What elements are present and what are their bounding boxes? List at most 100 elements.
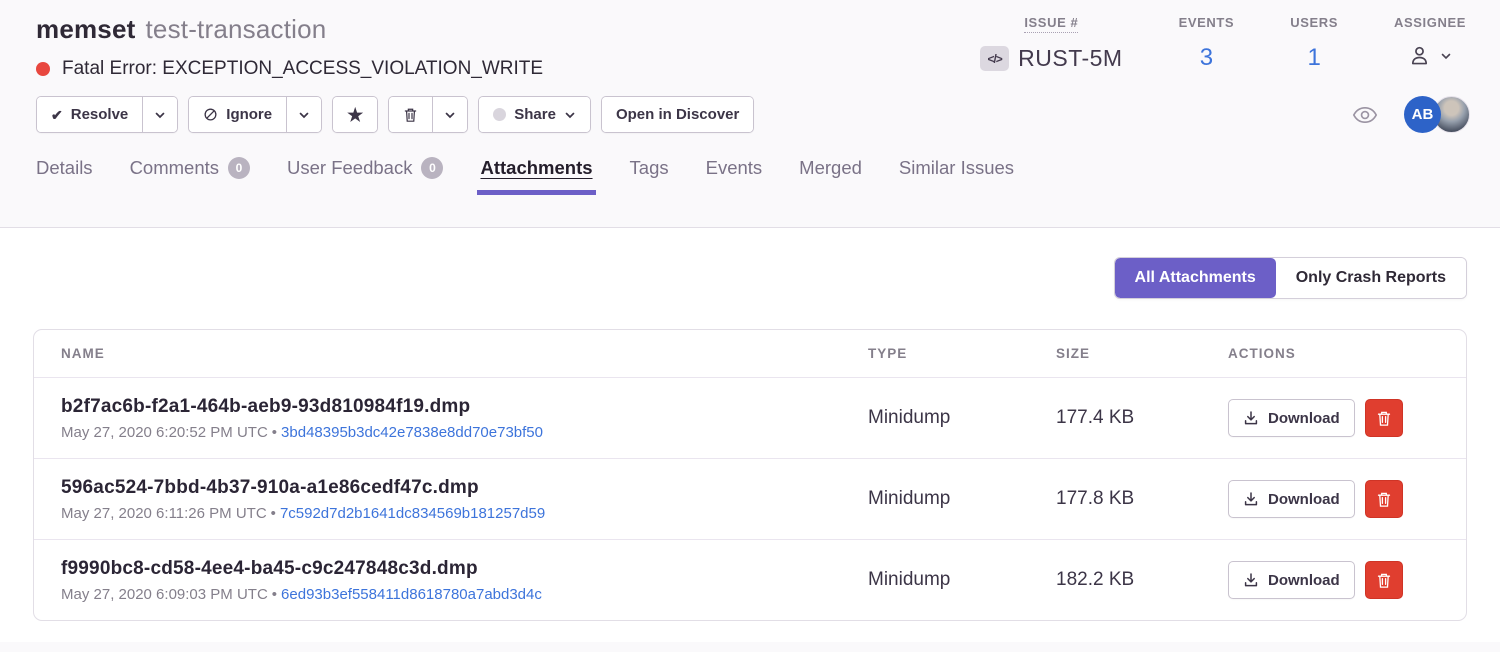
tab-label: Details <box>36 157 93 179</box>
attachment-filename: 596ac524-7bbd-4b37-910a-a1e86cedf47c.dmp <box>61 477 841 499</box>
event-id-link[interactable]: 7c592d7d2b1641dc834569b181257d59 <box>280 505 545 522</box>
bullet-separator: • <box>271 505 276 522</box>
check-icon: ✔ <box>51 108 63 122</box>
open-in-discover-label: Open in Discover <box>616 106 739 123</box>
person-icon <box>1408 44 1431 67</box>
discover-button-group: Open in Discover <box>601 96 754 133</box>
code-icon: </> <box>980 46 1009 71</box>
error-summary: Fatal Error: EXCEPTION_ACCESS_VIOLATION_… <box>36 58 543 80</box>
trash-icon <box>1376 572 1392 589</box>
trash-icon <box>1376 491 1392 508</box>
tab-attachments[interactable]: Attachments <box>480 147 592 194</box>
delete-attachment-button[interactable] <box>1365 561 1403 599</box>
delete-attachment-button[interactable] <box>1365 399 1403 437</box>
ignore-button[interactable]: Ignore <box>189 97 286 132</box>
download-button[interactable]: Download <box>1228 561 1355 599</box>
transaction-name: test-transaction <box>145 14 326 44</box>
error-message: Fatal Error: EXCEPTION_ACCESS_VIOLATION_… <box>62 58 543 80</box>
table-row: 596ac524-7bbd-4b37-910a-a1e86cedf47c.dmp… <box>34 458 1466 539</box>
download-button-label: Download <box>1268 410 1340 427</box>
avatar[interactable]: AB <box>1404 96 1441 133</box>
open-in-discover-button[interactable]: Open in Discover <box>602 97 753 132</box>
tab-merged[interactable]: Merged <box>799 147 862 194</box>
tab-comments[interactable]: Comments0 <box>130 147 250 194</box>
resolve-dropdown-button[interactable] <box>142 97 177 132</box>
tab-label: Merged <box>799 157 862 179</box>
chevron-down-icon <box>444 109 456 121</box>
delete-button-group <box>388 96 468 133</box>
filter-all-attachments-button[interactable]: All Attachments <box>1115 258 1276 298</box>
attachments-filter-row: All Attachments Only Crash Reports <box>33 257 1467 299</box>
eye-icon <box>1352 106 1378 124</box>
ignore-dropdown-button[interactable] <box>286 97 321 132</box>
ignore-button-group: Ignore <box>188 96 322 133</box>
bullet-separator: • <box>272 586 277 603</box>
download-button[interactable]: Download <box>1228 480 1355 518</box>
column-header-actions: Actions <box>1201 346 1466 361</box>
attachments-filter-toggle: All Attachments Only Crash Reports <box>1114 257 1467 299</box>
chevron-down-icon <box>298 109 310 121</box>
download-button-label: Download <box>1268 572 1340 589</box>
attachment-filename: b2f7ac6b-f2a1-464b-aeb9-93d810984f19.dmp <box>61 396 841 418</box>
download-icon <box>1243 491 1259 507</box>
stat-events: Events 3 <box>1151 14 1263 80</box>
bookmark-star-button[interactable]: ★ <box>333 97 377 132</box>
attachment-size: 182.2 KB <box>1029 569 1201 591</box>
download-button[interactable]: Download <box>1228 399 1355 437</box>
column-header-name: Name <box>34 346 841 361</box>
resolve-button[interactable]: ✔ Resolve <box>37 97 142 132</box>
event-id-link[interactable]: 6ed93b3ef558411d8618780a7abd3d4c <box>281 586 542 603</box>
bullet-separator: • <box>272 424 277 441</box>
events-count[interactable]: 3 <box>1179 44 1235 72</box>
stat-issue-number: Issue # </> RUST-5M <box>952 14 1150 80</box>
issue-number-value[interactable]: </> RUST-5M <box>980 45 1122 72</box>
download-icon <box>1243 410 1259 426</box>
attachment-meta: May 27, 2020 6:09:03 PM UTC•6ed93b3ef558… <box>61 586 841 603</box>
attachments-panel: All Attachments Only Crash Reports Name … <box>0 257 1500 621</box>
page-title: memsettest-transaction <box>36 14 543 45</box>
attachment-date: May 27, 2020 6:11:26 PM UTC <box>61 505 267 522</box>
table-row: b2f7ac6b-f2a1-464b-aeb9-93d810984f19.dmp… <box>34 377 1466 458</box>
issue-title-block: memsettest-transaction Fatal Error: EXCE… <box>36 14 543 80</box>
tab-tags[interactable]: Tags <box>630 147 669 194</box>
trash-icon <box>403 107 418 123</box>
action-toolbar: ✔ Resolve Ignore ★ <box>0 96 1500 133</box>
issue-number-label: Issue # <box>1024 15 1078 33</box>
share-button[interactable]: Share <box>479 97 590 132</box>
share-button-label: Share <box>514 106 556 123</box>
chevron-down-icon <box>154 109 166 121</box>
delete-dropdown-button[interactable] <box>432 97 467 132</box>
column-header-type: Type <box>841 346 1029 361</box>
assignee-selector[interactable] <box>1394 44 1466 67</box>
attachment-size: 177.8 KB <box>1029 488 1201 510</box>
chevron-down-icon <box>1440 50 1452 62</box>
tab-count-badge: 0 <box>421 157 443 179</box>
tab-user-feedback[interactable]: User Feedback 0 <box>287 147 443 194</box>
attachments-table: Name Type Size Actions b2f7ac6b-f2a1-464… <box>33 329 1467 621</box>
tab-details[interactable]: Details <box>36 147 93 194</box>
users-count[interactable]: 1 <box>1290 44 1338 72</box>
stat-assignee: Assignee <box>1366 14 1470 80</box>
stat-users: Users 1 <box>1262 14 1366 80</box>
attachment-actions: Download <box>1201 561 1466 599</box>
issue-stats: Issue # </> RUST-5M Events 3 Users 1 Ass… <box>952 14 1470 80</box>
tab-events[interactable]: Events <box>706 147 763 194</box>
tab-label: Comments <box>130 157 219 179</box>
assignee-label: Assignee <box>1394 15 1466 30</box>
delete-button[interactable] <box>389 97 432 132</box>
tab-label: User Feedback <box>287 157 412 179</box>
attachment-actions: Download <box>1201 399 1466 437</box>
users-label: Users <box>1290 15 1338 30</box>
tab-similar-issues[interactable]: Similar Issues <box>899 147 1014 194</box>
chevron-down-icon <box>564 109 576 121</box>
filter-only-crash-reports-button[interactable]: Only Crash Reports <box>1276 258 1466 298</box>
table-row: f9990bc8-cd58-4ee4-ba45-c9c247848c3d.dmp… <box>34 539 1466 620</box>
issue-short-id: RUST-5M <box>1018 45 1122 72</box>
delete-attachment-button[interactable] <box>1365 480 1403 518</box>
table-header-row: Name Type Size Actions <box>34 330 1466 377</box>
resolve-button-label: Resolve <box>71 106 129 123</box>
tab-label: Similar Issues <box>899 157 1014 179</box>
attachment-type: Minidump <box>841 488 1029 510</box>
event-id-link[interactable]: 3bd48395b3dc42e7838e8dd70e73bf50 <box>281 424 543 441</box>
issue-tab-bar: Details Comments0 User Feedback 0 Attachm… <box>0 147 1500 194</box>
